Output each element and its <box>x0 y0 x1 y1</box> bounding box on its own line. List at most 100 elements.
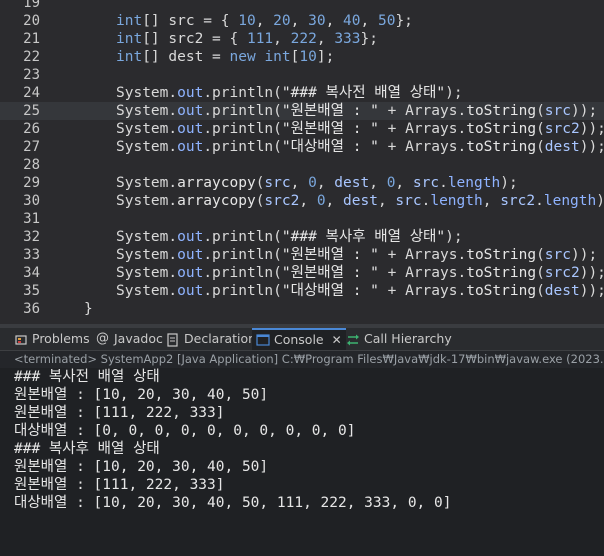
code-token: ); <box>596 193 604 209</box>
code-token: )); <box>579 283 604 299</box>
code-token: [] src2 = { <box>142 31 247 47</box>
tab-declaration[interactable]: Declaration <box>166 328 256 350</box>
code-token: [] src = { <box>142 13 239 29</box>
code-token: System. <box>116 247 178 263</box>
code-token: out <box>177 265 204 281</box>
code-token: toString <box>466 247 537 263</box>
code-text: int[] src = { 10, 20, 30, 40, 50}; <box>116 12 413 30</box>
line-number: 24 <box>23 85 40 101</box>
code-text: System.arraycopy(src2, 0, dest, src.leng… <box>116 192 604 210</box>
tab-call-hierarchy[interactable]: Call Hierarchy <box>346 328 452 350</box>
code-line-current: 25 System.out.println("원본배열 : " + Arrays.… <box>0 102 604 120</box>
console-line: 원본배열 : [111, 222, 333] <box>14 405 225 421</box>
console-line: 원본배열 : [111, 222, 333] <box>14 477 225 493</box>
code-token: + Arrays. <box>378 121 467 137</box>
code-token: 30 <box>308 13 326 29</box>
code-token: int <box>116 49 143 65</box>
code-token: out <box>177 283 204 299</box>
code-token: length <box>543 193 597 209</box>
code-token: , <box>316 175 335 191</box>
code-token: ( <box>536 283 545 299</box>
console-line: ### 복사후 배열 상태 <box>14 441 160 457</box>
tab-label: Call Hierarchy <box>364 331 452 346</box>
code-token: .println( <box>203 283 282 299</box>
code-token: ); <box>445 85 463 101</box>
code-token: arraycopy <box>177 193 256 209</box>
code-line: 26 System.out.println("원본배열 : " + Arrays.… <box>0 120 604 138</box>
code-line: 32 System.out.println("### 복사후 배열 상태"); <box>0 228 604 246</box>
code-token: src <box>264 175 291 191</box>
code-token: .println( <box>203 103 282 119</box>
code-line: 35 System.out.println("대상배열 : " + Arrays.… <box>0 282 604 300</box>
declaration-icon <box>166 332 180 347</box>
code-token: )); <box>579 139 604 155</box>
console-output[interactable]: ### 복사전 배열 상태 원본배열 : [10, 20, 30, 40, 50… <box>0 368 604 556</box>
code-token: 333 <box>334 31 361 47</box>
code-token: ( <box>536 139 545 155</box>
code-token: ); <box>500 175 518 191</box>
code-token: 111 <box>246 31 274 47</box>
line-number: 26 <box>23 121 40 137</box>
code-token: System. <box>116 193 178 209</box>
code-token: length <box>447 175 501 191</box>
code-token: out <box>177 139 204 155</box>
code-token: src2 <box>544 265 580 281</box>
code-token: . <box>439 175 448 191</box>
code-text: } <box>84 300 93 318</box>
code-text: System.out.println("원본배열 : " + Arrays.to… <box>116 264 604 282</box>
code-token: src2 <box>500 193 536 209</box>
code-text: System.out.println("### 복사후 배열 상태"); <box>116 228 463 246</box>
code-token: )); <box>571 103 598 119</box>
code-token: + Arrays. <box>378 139 467 155</box>
console-line: 원본배열 : [10, 20, 30, 40, 50] <box>14 387 269 403</box>
code-token: System. <box>116 283 178 299</box>
code-line: 28 <box>0 156 604 174</box>
code-token: , <box>316 31 335 47</box>
code-token: ( <box>536 121 545 137</box>
line-number: 23 <box>23 67 40 83</box>
tab-label: Problems <box>32 331 90 346</box>
code-token: System. <box>116 85 178 101</box>
code-token: new <box>229 49 256 65</box>
code-token: ); <box>445 229 463 245</box>
line-number: 30 <box>23 193 40 209</box>
console-line: 대상배열 : [0, 0, 0, 0, 0, 0, 0, 0, 0, 0] <box>14 423 356 439</box>
code-text: int[] dest = new int[10]; <box>116 48 334 66</box>
code-token: out <box>177 121 204 137</box>
code-text: int[] src2 = { 111, 222, 333}; <box>116 30 378 48</box>
line-number: 22 <box>23 49 40 65</box>
code-token: src <box>544 103 571 119</box>
code-token: , <box>299 193 317 209</box>
code-token: src2 <box>264 193 300 209</box>
line-number: 36 <box>23 301 40 317</box>
code-editor[interactable]: 19 20 int[] src = { 10, 20, 30, 40, 50}; … <box>0 0 604 324</box>
close-icon[interactable]: ✕ <box>332 330 342 350</box>
tab-console[interactable]: Console ✕ <box>252 328 346 350</box>
tab-problems[interactable]: Problems <box>14 328 90 350</box>
code-token: out <box>177 229 204 245</box>
code-line: 34 System.out.println("원본배열 : " + Arrays.… <box>0 264 604 282</box>
code-text: System.out.println("원본배열 : " + Arrays.to… <box>116 102 597 120</box>
code-line: 36} <box>0 300 604 318</box>
code-token: "대상배열 : " <box>281 283 379 299</box>
code-text: System.arraycopy(src, 0, dest, 0, src.le… <box>116 174 518 192</box>
line-number: 31 <box>23 211 40 227</box>
line-number: 29 <box>23 175 40 191</box>
code-token: 0 <box>316 193 326 209</box>
code-token: , <box>377 193 396 209</box>
code-token: 40 <box>343 13 361 29</box>
code-line: 27 System.out.println("대상배열 : " + Arrays.… <box>0 138 604 156</box>
code-token: .println( <box>203 85 282 101</box>
code-token: , <box>255 13 274 29</box>
code-token: , <box>325 193 344 209</box>
line-number: 19 <box>23 0 40 11</box>
code-token: ( <box>536 265 545 281</box>
code-token: out <box>177 85 204 101</box>
tab-javadoc[interactable]: @ Javadoc <box>96 328 163 350</box>
code-token: ]; <box>316 49 335 65</box>
code-token: toString <box>466 265 537 281</box>
code-line: 33 System.out.println("원본배열 : " + Arrays.… <box>0 246 604 264</box>
code-token: , <box>369 175 387 191</box>
code-token: . <box>535 193 544 209</box>
code-token: int <box>116 31 143 47</box>
